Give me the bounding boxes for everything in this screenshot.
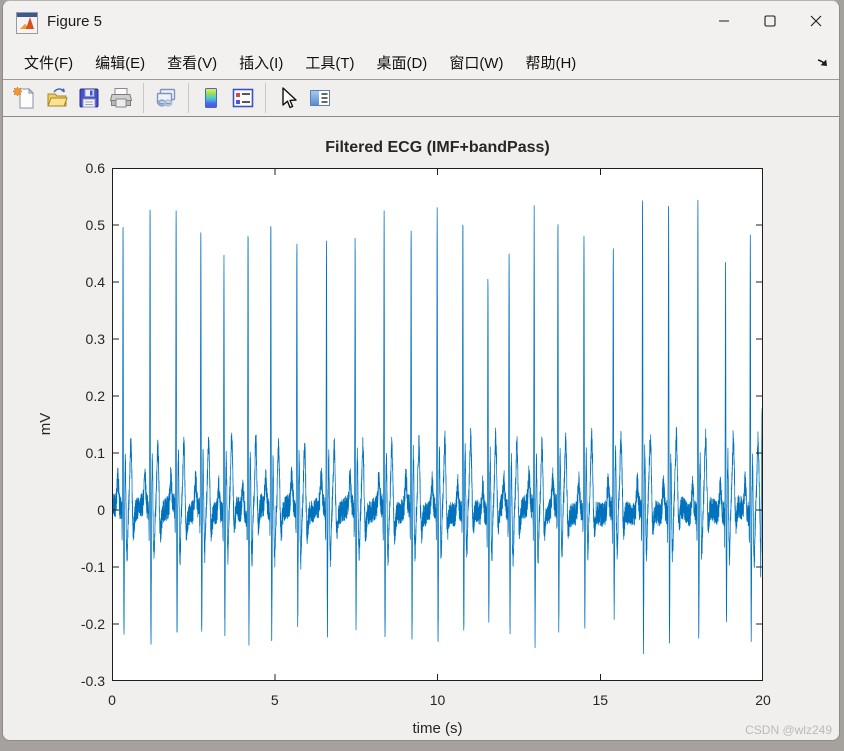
new-figure-button[interactable] [11, 84, 39, 112]
y-tick-label: 0.4 [85, 274, 105, 290]
y-tick-label: 0.6 [85, 160, 105, 176]
open-file-button[interactable] [43, 84, 71, 112]
menu-item-insert[interactable]: 插入(I) [228, 48, 294, 77]
close-button[interactable] [793, 1, 839, 41]
matlab-figure-icon [16, 12, 38, 34]
toolbar [3, 79, 839, 117]
toolbar-separator [143, 83, 144, 113]
property-inspector-button[interactable] [306, 84, 334, 112]
minimize-button[interactable] [701, 1, 747, 41]
y-tick-label: 0.5 [85, 217, 105, 233]
figure-window: Figure 5 文件(F) 编辑(E) 查看(V) 插入(I) 工具(T) 桌面(D) 窗… [2, 0, 840, 741]
x-tick-label: 15 [592, 692, 609, 708]
y-tick-label: 0.1 [85, 445, 105, 461]
edit-plot-button[interactable] [274, 84, 302, 112]
save-figure-button[interactable] [75, 84, 103, 112]
menu-item-help[interactable]: 帮助(H) [514, 48, 587, 77]
y-tick-label: -0.3 [80, 673, 105, 689]
menu-overflow-arrow-icon[interactable] [815, 54, 831, 70]
plot-area[interactable] [112, 168, 763, 681]
y-tick-label: 0.2 [85, 388, 105, 404]
maximize-button[interactable] [747, 1, 793, 41]
link-plot-button[interactable] [152, 84, 180, 112]
menu-item-desktop[interactable]: 桌面(D) [365, 48, 438, 77]
x-axis-label: time (s) [412, 720, 463, 737]
y-tick-label: -0.2 [80, 616, 105, 632]
menu-items: 文件(F) 编辑(E) 查看(V) 插入(I) 工具(T) 桌面(D) 窗口(W) 帮助(H) [13, 48, 587, 77]
toolbar-separator [265, 83, 266, 113]
window-controls [701, 1, 839, 46]
x-tick-label: 5 [270, 692, 279, 708]
menu-item-tools[interactable]: 工具(T) [294, 48, 365, 77]
y-tick-label: -0.1 [80, 559, 105, 575]
print-figure-button[interactable] [107, 84, 135, 112]
chart-title: Filtered ECG (IMF+bandPass) [325, 139, 550, 156]
titlebar[interactable]: Figure 5 [3, 1, 839, 46]
y-tick-label: 0 [97, 502, 105, 518]
menu-item-view[interactable]: 查看(V) [156, 48, 228, 77]
y-tick-label: 0.3 [85, 331, 105, 347]
insert-colorbar-button[interactable] [197, 84, 225, 112]
window-title: Figure 5 [47, 13, 103, 30]
insert-legend-button[interactable] [229, 84, 257, 112]
menu-item-window[interactable]: 窗口(W) [438, 48, 514, 77]
x-tick-label: 0 [108, 692, 116, 708]
x-tick-label: 20 [755, 692, 771, 708]
toolbar-separator [188, 83, 189, 113]
menu-item-file[interactable]: 文件(F) [13, 48, 84, 77]
x-tick-label: 10 [429, 692, 446, 708]
menubar: 文件(F) 编辑(E) 查看(V) 插入(I) 工具(T) 桌面(D) 窗口(W) 帮助(H) [3, 46, 839, 79]
watermark: CSDN @wlz249 [745, 723, 832, 737]
menu-item-edit[interactable]: 编辑(E) [84, 48, 156, 77]
